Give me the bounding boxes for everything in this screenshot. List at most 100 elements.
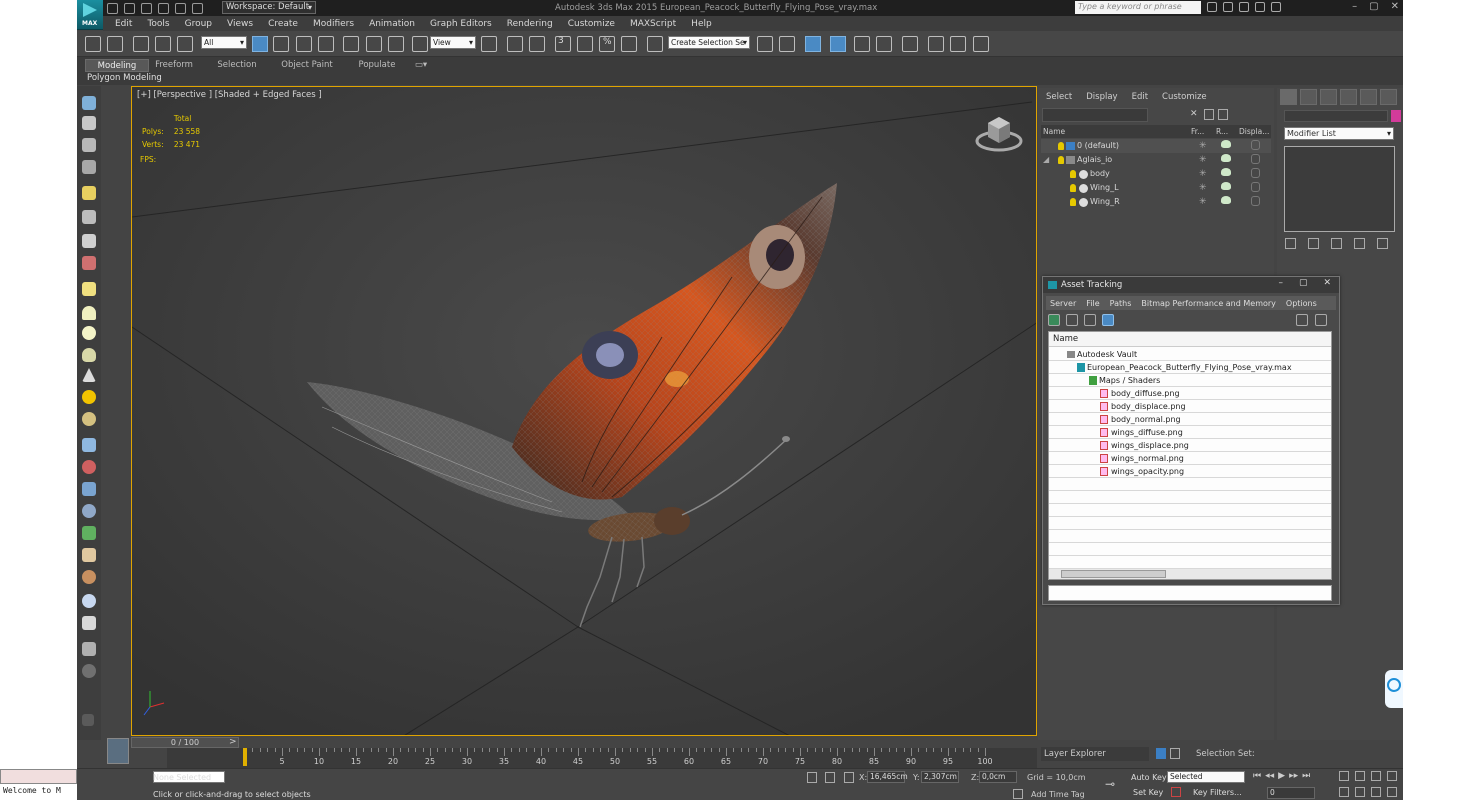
viewcube-icon[interactable] bbox=[974, 109, 1024, 153]
tab-freeform[interactable]: Freeform bbox=[149, 59, 199, 72]
zoom-extents-all-icon[interactable] bbox=[1387, 771, 1397, 781]
render-teapot-icon[interactable] bbox=[1221, 168, 1231, 176]
object-color-swatch[interactable] bbox=[1391, 110, 1401, 122]
table-view-icon[interactable] bbox=[1084, 314, 1096, 326]
zoom-icon[interactable] bbox=[1339, 771, 1349, 781]
link-icon[interactable] bbox=[133, 36, 149, 52]
field-of-view-icon[interactable] bbox=[1339, 787, 1349, 797]
menu-rendering[interactable]: Rendering bbox=[507, 19, 553, 29]
named-selection-dropdown[interactable]: Create Selection Se bbox=[668, 36, 750, 49]
current-frame-input[interactable]: 0 bbox=[1267, 787, 1315, 799]
exchange-icon[interactable] bbox=[1239, 2, 1249, 12]
scrollbar-thumb[interactable] bbox=[1061, 570, 1166, 578]
asset-row-vault[interactable]: Autodesk Vault bbox=[1049, 348, 1331, 361]
layer-explorer-toggle-icon[interactable] bbox=[830, 36, 846, 52]
gear-icon[interactable] bbox=[82, 504, 96, 518]
menu-views[interactable]: Views bbox=[227, 19, 253, 29]
configure-modifier-sets-icon[interactable] bbox=[1377, 238, 1388, 249]
zoom-extents-icon[interactable] bbox=[1371, 771, 1381, 781]
freeze-icon[interactable]: ✳ bbox=[1199, 153, 1207, 167]
tab-object-paint[interactable]: Object Paint bbox=[273, 59, 341, 72]
menu-customize[interactable]: Customize bbox=[568, 19, 615, 29]
bind-spacewarp-icon[interactable] bbox=[177, 36, 193, 52]
display-icon[interactable] bbox=[1251, 196, 1260, 206]
rotate-icon[interactable] bbox=[366, 36, 382, 52]
tree-view-icon[interactable] bbox=[1102, 314, 1114, 326]
x-coordinate-input[interactable]: 16,465cm bbox=[867, 771, 908, 783]
modifier-stack[interactable] bbox=[1284, 146, 1395, 232]
menu-maxscript[interactable]: MAXScript bbox=[630, 19, 676, 29]
freeze-icon[interactable]: ✳ bbox=[1199, 181, 1207, 195]
column-display[interactable]: Displa... bbox=[1239, 125, 1269, 138]
side-panel-tab[interactable] bbox=[1385, 670, 1403, 708]
modify-tab-icon[interactable] bbox=[1300, 89, 1317, 105]
object-row-wing-l[interactable]: Wing_L ✳ bbox=[1041, 181, 1271, 195]
app-logo[interactable]: MAX bbox=[77, 0, 103, 30]
maximize-icon[interactable]: ▢ bbox=[1369, 1, 1378, 12]
user-icon[interactable] bbox=[1223, 2, 1233, 12]
checker-map-icon[interactable] bbox=[82, 616, 96, 630]
se-menu-customize[interactable]: Customize bbox=[1162, 92, 1207, 102]
show-end-result-icon[interactable] bbox=[1308, 238, 1319, 249]
y-coordinate-input[interactable]: 2,307cm bbox=[921, 771, 959, 783]
display-icon[interactable] bbox=[1251, 182, 1260, 192]
material-editor-icon[interactable] bbox=[902, 36, 918, 52]
layer-row-default[interactable]: 0 (default) ✳ bbox=[1041, 139, 1271, 153]
column-freeze[interactable]: Fr... bbox=[1191, 125, 1204, 138]
freeze-icon[interactable]: ✳ bbox=[1199, 167, 1207, 181]
undo-icon[interactable] bbox=[158, 2, 169, 14]
key-icon[interactable]: ⊸ bbox=[1105, 777, 1115, 791]
tab-selection[interactable]: Selection bbox=[211, 59, 263, 72]
asset-row-file[interactable]: wings_diffuse.png bbox=[1049, 426, 1331, 439]
hierarchy-toggle-icon[interactable] bbox=[1170, 748, 1180, 759]
close-icon[interactable]: ✕ bbox=[1391, 1, 1399, 12]
column-name[interactable]: Name bbox=[1043, 125, 1065, 138]
set-key-icon[interactable] bbox=[1171, 787, 1181, 797]
display-icon[interactable] bbox=[1251, 140, 1260, 150]
hemisphere-icon[interactable] bbox=[82, 306, 96, 320]
go-to-start-icon[interactable]: ⏮ bbox=[1253, 771, 1261, 781]
asset-tree[interactable]: Name Autodesk Vault European_Peacock_But… bbox=[1048, 331, 1332, 580]
asset-row-file[interactable]: wings_opacity.png bbox=[1049, 465, 1331, 478]
material-ball-icon[interactable] bbox=[82, 594, 96, 608]
se-menu-select[interactable]: Select bbox=[1046, 92, 1072, 102]
menu-graph-editors[interactable]: Graph Editors bbox=[430, 19, 492, 29]
box-icon[interactable] bbox=[82, 116, 96, 130]
visibility-bulb-icon[interactable] bbox=[1058, 142, 1064, 150]
clipboard-icon[interactable] bbox=[82, 642, 96, 656]
move-icon[interactable] bbox=[343, 36, 359, 52]
search-input[interactable]: Type a keyword or phrase bbox=[1075, 1, 1201, 14]
select-object-icon[interactable] bbox=[252, 36, 268, 52]
visibility-bulb-icon[interactable] bbox=[1070, 170, 1076, 178]
time-slider[interactable]: 0 / 100 bbox=[131, 737, 239, 748]
display-tab-icon[interactable] bbox=[1360, 89, 1377, 105]
minimize-icon[interactable]: – bbox=[1278, 278, 1283, 288]
project-folder-icon[interactable] bbox=[192, 2, 203, 14]
play-icon[interactable]: ▶ bbox=[1278, 771, 1285, 781]
grass-icon[interactable] bbox=[82, 526, 96, 540]
grid-icon[interactable] bbox=[82, 160, 96, 174]
redo-icon[interactable] bbox=[175, 2, 186, 14]
explorer-type-dropdown[interactable]: Layer Explorer bbox=[1041, 747, 1149, 761]
motion-tab-icon[interactable] bbox=[1340, 89, 1357, 105]
mesh-icon[interactable] bbox=[82, 482, 96, 496]
rendered-frame-window-icon[interactable] bbox=[950, 36, 966, 52]
maximize-viewport-icon[interactable] bbox=[1387, 787, 1397, 797]
snaps-toggle-icon[interactable]: 3 bbox=[555, 36, 571, 52]
list-view-icon[interactable] bbox=[1066, 314, 1078, 326]
refresh-icon[interactable] bbox=[1048, 314, 1060, 326]
visibility-bulb-icon[interactable] bbox=[1070, 184, 1076, 192]
display-icon[interactable] bbox=[1251, 154, 1260, 164]
visibility-bulb-icon[interactable] bbox=[1058, 156, 1064, 164]
hair-fur-icon[interactable] bbox=[82, 548, 96, 562]
horizontal-scrollbar[interactable] bbox=[1049, 568, 1331, 579]
add-time-tag[interactable]: Add Time Tag bbox=[1031, 790, 1085, 799]
object-row-body[interactable]: body ✳ bbox=[1041, 167, 1271, 181]
asset-row-file[interactable]: body_normal.png bbox=[1049, 413, 1331, 426]
reference-coordinate-dropdown[interactable]: View bbox=[430, 36, 476, 49]
previous-frame-icon[interactable]: ◂◂ bbox=[1265, 771, 1274, 781]
se-menu-edit[interactable]: Edit bbox=[1132, 92, 1148, 102]
mirror-icon[interactable] bbox=[757, 36, 773, 52]
spray-icon[interactable] bbox=[82, 460, 96, 474]
teapot-icon[interactable] bbox=[82, 96, 96, 110]
